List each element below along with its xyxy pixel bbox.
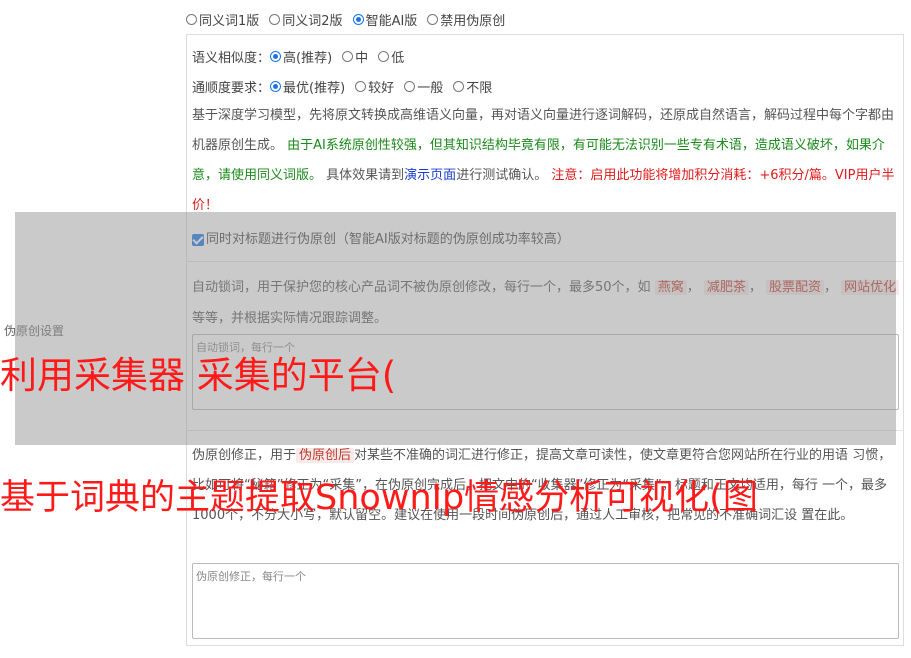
fluency-option-any[interactable]: 不限 bbox=[453, 77, 492, 96]
radio-icon[interactable] bbox=[186, 14, 197, 25]
radio-icon[interactable] bbox=[342, 51, 354, 62]
demo-page-link[interactable]: 演示页面 bbox=[404, 168, 456, 183]
radio-icon[interactable] bbox=[404, 81, 416, 92]
watermark-title-1: 利用采集器 采集的平台( bbox=[0, 354, 397, 397]
mode-radio-group: 同义词1版 同义词2版 智能AI版 禁用伪原创 bbox=[186, 10, 515, 29]
correction-input[interactable]: 伪原创修正，每行一个 bbox=[192, 563, 899, 639]
similarity-option-low[interactable]: 低 bbox=[378, 47, 404, 66]
fluency-label: 通顺度要求： bbox=[192, 81, 271, 96]
correction-tag: 伪原创后 bbox=[296, 448, 355, 463]
radio-selected-icon[interactable] bbox=[270, 81, 282, 92]
similarity-label: 语义相似度： bbox=[192, 51, 271, 66]
similarity-row: 语义相似度： 高(推荐) 中 低 bbox=[192, 47, 414, 66]
radio-icon[interactable] bbox=[355, 81, 367, 92]
mode-option-synonym1[interactable]: 同义词1版 bbox=[186, 10, 259, 29]
fluency-option-best[interactable]: 最优(推荐) bbox=[270, 77, 345, 96]
similarity-option-medium[interactable]: 中 bbox=[342, 47, 368, 66]
watermark-title-2: 基于词典的主题提取SnownIp情感分析可视化(图 bbox=[0, 478, 758, 518]
radio-selected-icon[interactable] bbox=[352, 14, 364, 25]
ai-description: 基于深度学习模型，先将原文转换成高维语义向量，再对语义向量进行逐词解码，还原成自… bbox=[192, 108, 895, 213]
radio-icon[interactable] bbox=[427, 14, 439, 25]
fluency-option-normal[interactable]: 一般 bbox=[404, 77, 443, 96]
mode-option-disable[interactable]: 禁用伪原创 bbox=[427, 10, 505, 29]
mode-option-synonym2[interactable]: 同义词2版 bbox=[269, 10, 343, 29]
overlay-block bbox=[15, 212, 896, 445]
fluency-row: 通顺度要求： 最优(推荐) 较好 一般 不限 bbox=[192, 77, 502, 96]
similarity-option-high[interactable]: 高(推荐) bbox=[270, 47, 332, 66]
radio-selected-icon[interactable] bbox=[270, 51, 282, 62]
radio-icon[interactable] bbox=[453, 81, 465, 92]
radio-icon[interactable] bbox=[378, 51, 390, 62]
mode-option-ai[interactable]: 智能AI版 bbox=[352, 10, 417, 29]
radio-icon[interactable] bbox=[269, 14, 281, 25]
fluency-option-good[interactable]: 较好 bbox=[355, 77, 394, 96]
